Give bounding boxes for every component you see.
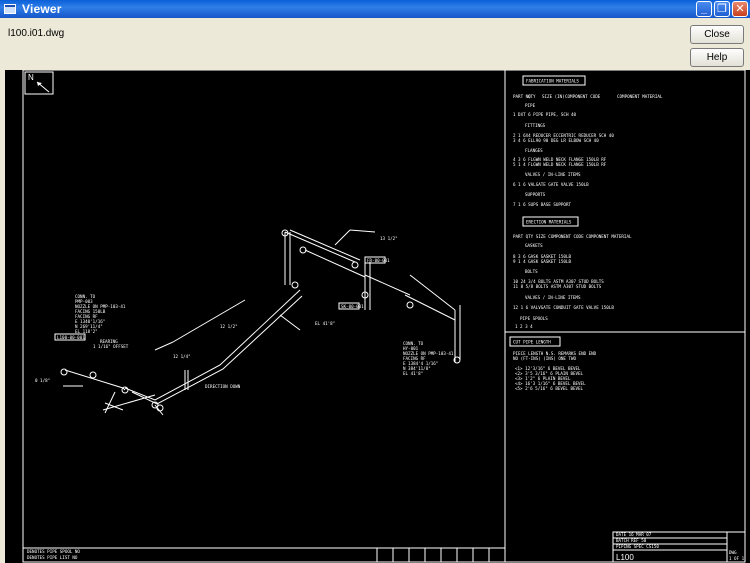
cut-pipe-length-table: CUT PIPE LENGTH PIECE LENGTH N.S. REMARK… [509, 336, 597, 391]
svg-text:7 1 6 SUPS BASE SUPPORT: 7 1 6 SUPS BASE SUPPORT [513, 202, 571, 207]
svg-text:EL 118'2": EL 118'2" [75, 329, 98, 334]
spool-tag-3: SK-00-001 [341, 304, 364, 309]
svg-text:DENOTES PIPE LIST NO: DENOTES PIPE LIST NO [27, 555, 78, 560]
piping-route [63, 229, 461, 416]
svg-text:DATE 16 MAR 07: DATE 16 MAR 07 [616, 532, 652, 537]
svg-text:0 1/8": 0 1/8" [35, 378, 50, 383]
spool-tag-1: L100-00-001 [57, 335, 85, 340]
svg-text:12 1/2": 12 1/2" [220, 324, 238, 329]
svg-text:6 1 6 VALGATE GATE VALVE 150LB: 6 1 6 VALGATE GATE VALVE 150LB [513, 182, 589, 187]
erection-section-valves: VALVES / IN-LINE ITEMS [525, 295, 581, 300]
svg-text:PIPING SPEC CS150: PIPING SPEC CS150 [616, 544, 659, 549]
pipe-fittings [60, 229, 461, 412]
svg-text:3 4 6 ELL90 90 DEG LR ELBOW SC: 3 4 6 ELL90 90 DEG LR ELBOW SCH 40 [513, 138, 599, 143]
svg-text:PART QTY SIZE COMPONENT CODE C: PART QTY SIZE COMPONENT CODE COMPONENT M… [513, 234, 632, 239]
svg-text:1 1/16" OFFSET: 1 1/16" OFFSET [93, 344, 129, 349]
close-button[interactable]: Close [690, 25, 744, 44]
erection-materials-title: ERECTION MATERIALS [526, 220, 572, 225]
fab-header-material: COMPONENT MATERIAL [617, 94, 663, 99]
isometric-drawing: N DENOTES PIPE SPOOL NO DENOTES PIPE LIS… [22, 70, 746, 563]
title-bar: Viewer _ ❐ ✕ [0, 0, 750, 18]
sheet-count: 1 OF 1 [729, 556, 745, 561]
drawing-annotations: CONN. TO PMP-003 NOZZLE ON PMP-103-41 FA… [35, 236, 454, 389]
spool-tag-2: FR-00-001 [367, 258, 390, 263]
window-title: Viewer [22, 2, 62, 16]
file-name-label: l100.i01.dwg [8, 28, 65, 39]
erection-section-bolts: BOLTS [525, 269, 538, 274]
svg-text:11 8 5/8 BOLTS ASTM A307 STUD: 11 8 5/8 BOLTS ASTM A307 STUD BOLTS [513, 284, 602, 289]
minimize-icon[interactable]: _ [696, 1, 712, 17]
fab-header-qty: QTY [528, 94, 536, 99]
svg-text:BATCH REF 50: BATCH REF 50 [616, 538, 647, 543]
svg-text:EL 41'8": EL 41'8" [315, 321, 335, 326]
svg-text:DENOTES PIPE SPOOL NO: DENOTES PIPE SPOOL NO [27, 549, 80, 554]
svg-text:13 1/2": 13 1/2" [380, 236, 398, 241]
svg-text:<5> 2'6 5/16" 6 BEVEL BEVEL: <5> 2'6 5/16" 6 BEVEL BEVEL [515, 386, 584, 391]
erection-materials-table: ERECTION MATERIALS PART QTY SIZE COMPONE… [513, 216, 632, 329]
fab-section-flanges: FLANGES [525, 148, 543, 153]
fab-header-size: SIZE (IN) [542, 94, 565, 99]
fab-section-fittings: FITTINGS [525, 123, 546, 128]
help-button[interactable]: Help [690, 48, 744, 67]
fabrication-materials-table: FABRICATION MATERIALS PART NO. QTY SIZE … [513, 75, 663, 207]
fab-section-pipe: PIPE [525, 103, 536, 108]
svg-text:EL 41'8": EL 41'8" [403, 371, 423, 376]
window-controls: _ ❐ ✕ [696, 1, 748, 17]
drawing-canvas[interactable]: N DENOTES PIPE SPOOL NO DENOTES PIPE LIS… [5, 70, 750, 563]
bottom-legend-cells [376, 547, 506, 563]
fab-section-valves: VALVES / IN-LINE ITEMS [525, 172, 581, 177]
fab-materials-title: FABRICATION MATERIALS [526, 79, 579, 84]
window-close-icon[interactable]: ✕ [732, 1, 748, 17]
svg-text:5 1 4 FLGWN WELD NECK FLANGE 1: 5 1 4 FLGWN WELD NECK FLANGE 150LB RF [513, 162, 607, 167]
svg-text:NO (FT-INS) (INS) ONE TWO: NO (FT-INS) (INS) ONE TWO [513, 356, 577, 361]
pipe-spools-value: 1 2 3 4 [515, 324, 533, 329]
fab-section-supports: SUPPORTS [525, 192, 546, 197]
svg-text:9 1 4 GASK GASKET 150LB: 9 1 4 GASK GASKET 150LB [513, 259, 571, 264]
cut-pipe-title: CUT PIPE LENGTH [513, 340, 551, 345]
pipe-spools-label: PIPE SPOOLS [520, 316, 548, 321]
svg-text:1 DXT 6 PIPE PIPE, SCH 40: 1 DXT 6 PIPE PIPE, SCH 40 [513, 112, 577, 117]
fab-header-code: COMPONENT CODE [565, 94, 601, 99]
direction-label: DIRECTION DOWN [205, 384, 241, 389]
erection-section-gaskets: GASKETS [525, 243, 543, 248]
sheet-id: L100 [616, 553, 634, 562]
north-label: N [28, 73, 34, 82]
svg-text:12 1/4": 12 1/4" [173, 354, 191, 359]
svg-text:12 1 6 VALVGATE CONDUIT GATE V: 12 1 6 VALVGATE CONDUIT GATE VALVE 150LB [513, 305, 614, 310]
title-block: DATE 16 MAR 07 BATCH REF 50 PIPING SPEC … [612, 531, 746, 563]
svg-text:DWG: DWG [729, 550, 737, 555]
window-app-icon [4, 4, 16, 14]
restore-icon[interactable]: ❐ [714, 1, 730, 17]
